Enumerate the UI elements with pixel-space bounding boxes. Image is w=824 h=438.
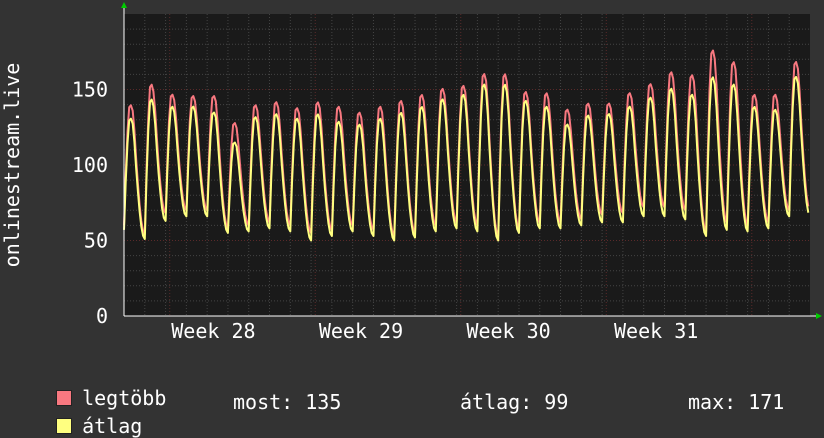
stat-maximum: max: 171 (688, 390, 785, 414)
x-axis-arrow (816, 313, 822, 319)
legend-avg-swatch (56, 418, 73, 434)
x-tick-label-2: Week 30 (466, 319, 550, 343)
y-tick-label-0: 0 (96, 304, 108, 328)
stat-current: most: 135 (233, 390, 342, 414)
x-tick-label-3: Week 31 (614, 319, 698, 343)
x-tick-label-0: Week 28 (171, 319, 255, 343)
y-axis-label: onlinestream.live (0, 63, 24, 268)
legend-avg: átlag (32, 390, 142, 438)
stat-average: átlag: 99 (460, 390, 569, 414)
x-tick-label-1: Week 29 (319, 319, 403, 343)
chart: 0 50 100 150 Week 28 Week 29 Week 30 Week 31 onl… (0, 2, 822, 343)
y-tick-label-2: 100 (72, 153, 108, 177)
y-axis-arrow (121, 2, 127, 8)
y-tick-label-3: 150 (72, 78, 108, 102)
legend-avg-label: átlag (82, 414, 143, 438)
y-tick-label-1: 50 (84, 229, 108, 253)
